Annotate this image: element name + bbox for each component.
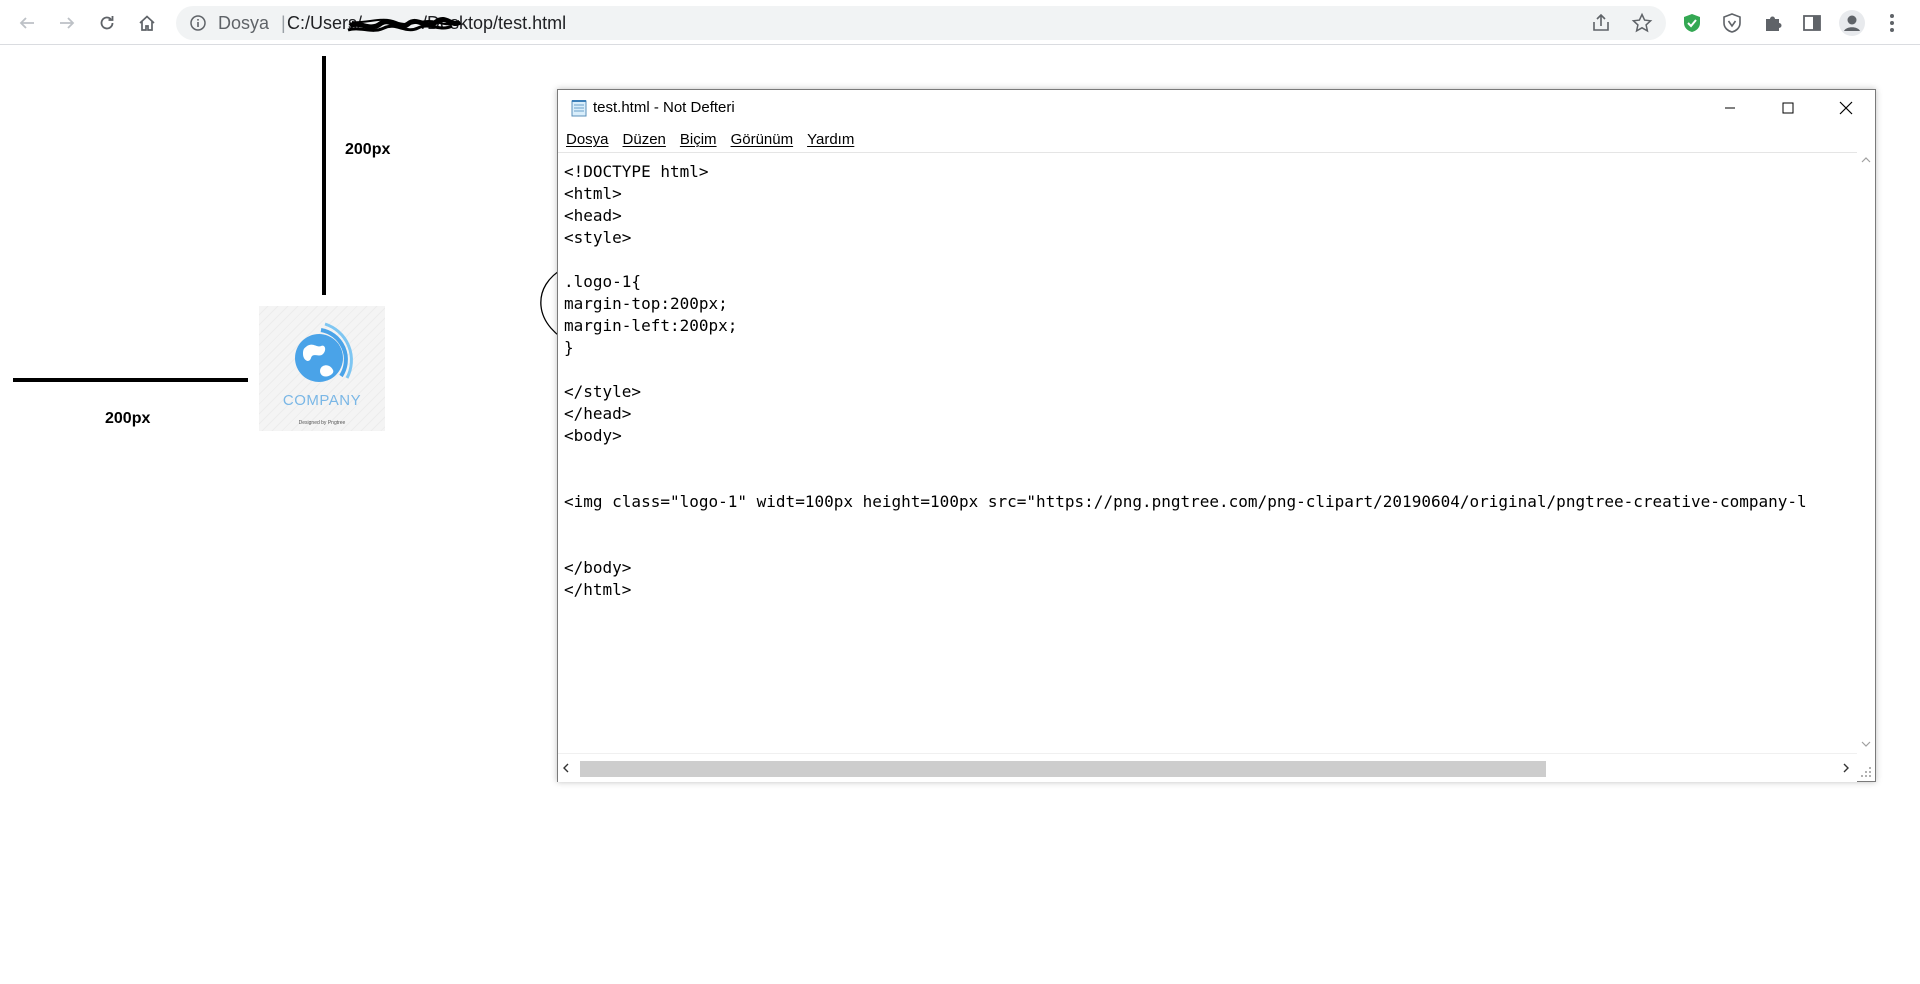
code-line[interactable]: <!DOCTYPE html> [564, 161, 1807, 183]
horizontal-measure-line [13, 378, 248, 382]
code-line[interactable]: margin-top:200px; [564, 293, 1807, 315]
profile-avatar-icon[interactable] [1838, 9, 1866, 37]
code-content[interactable]: <!DOCTYPE html> <html> <head> <style> .logo… [564, 161, 1807, 601]
back-arrow-icon [19, 17, 34, 29]
vpn-shield-icon[interactable] [1718, 9, 1746, 37]
notepad-app-icon [570, 99, 588, 122]
code-line[interactable]: </body> [564, 557, 1807, 579]
code-line[interactable] [564, 469, 1807, 491]
code-line[interactable]: <head> [564, 205, 1807, 227]
shield-extension-icon[interactable] [1678, 9, 1706, 37]
code-line[interactable]: <style> [564, 227, 1807, 249]
address-separator: | [281, 13, 286, 33]
logo-credit-text: Designed by Pngtree [298, 420, 346, 426]
menu-item-yardim[interactable]: Yardım [807, 131, 854, 153]
company-logo-image: COMPANY Designed by Pngtree [259, 306, 385, 431]
forward-arrow-icon [60, 17, 75, 29]
resize-grip-icon[interactable] [1860, 766, 1872, 778]
vertical-measure-label: 200px [345, 141, 391, 158]
bookmark-star-icon[interactable] [1631, 12, 1653, 39]
maximize-button[interactable] [1759, 90, 1817, 126]
back-button[interactable] [13, 9, 41, 37]
notepad-window: test.html - Not Defteri Dosya Düzen Biçi… [557, 89, 1876, 782]
horizontal-scrollbar[interactable] [558, 753, 1871, 782]
code-line[interactable] [564, 447, 1807, 469]
forward-button[interactable] [53, 9, 81, 37]
address-scheme-label: Dosya [218, 13, 270, 33]
notepad-text-area[interactable]: <!DOCTYPE html> <html> <head> <style> .logo… [558, 152, 1857, 754]
scroll-up-icon[interactable] [1861, 156, 1871, 164]
code-line[interactable]: </style> [564, 381, 1807, 403]
menu-item-duzen[interactable]: Düzen [623, 131, 666, 153]
code-line[interactable] [564, 249, 1807, 271]
code-line[interactable]: </html> [564, 579, 1807, 601]
minimize-button[interactable] [1701, 90, 1759, 126]
code-line[interactable] [564, 359, 1807, 381]
code-line[interactable]: .logo-1{ [564, 271, 1807, 293]
code-line[interactable]: <img class="logo-1" widt=100px height=10… [564, 491, 1807, 513]
code-line[interactable]: </head> [564, 403, 1807, 425]
extensions-puzzle-icon[interactable] [1759, 9, 1787, 37]
menu-item-dosya[interactable]: Dosya [566, 131, 609, 153]
scroll-down-icon[interactable] [1861, 740, 1871, 748]
scroll-right-icon[interactable] [1842, 763, 1850, 773]
address-bar[interactable]: Dosya | C:/Users/ /Desktop/test.html [176, 6, 1666, 40]
logo-company-text: COMPANY [282, 392, 362, 409]
reload-button[interactable] [93, 9, 121, 37]
scroll-left-icon[interactable] [562, 763, 570, 773]
notepad-titlebar[interactable]: test.html - Not Defteri [558, 90, 1875, 126]
notepad-title: test.html - Not Defteri [593, 99, 735, 116]
menu-kebab-icon[interactable] [1878, 9, 1906, 37]
menu-item-gorunum[interactable]: Görünüm [731, 131, 794, 153]
vertical-scrollbar[interactable] [1857, 152, 1875, 753]
code-line[interactable]: <html> [564, 183, 1807, 205]
code-line[interactable]: } [564, 337, 1807, 359]
info-icon[interactable] [190, 15, 206, 36]
menu-item-bicim[interactable]: Biçim [680, 131, 717, 153]
reload-icon [100, 16, 114, 30]
code-line[interactable]: <body> [564, 425, 1807, 447]
globe-logo-icon [295, 322, 353, 382]
maximize-icon [1782, 102, 1794, 114]
code-line[interactable] [564, 535, 1807, 557]
home-button[interactable] [133, 9, 161, 37]
code-line[interactable]: margin-left:200px; [564, 315, 1807, 337]
vertical-measure-line [322, 56, 326, 295]
horizontal-measure-label: 200px [105, 410, 151, 427]
browser-toolbar: Dosya | C:/Users/ /Desktop/test.html [0, 0, 1920, 45]
close-icon [1839, 101, 1853, 115]
side-panel-icon[interactable] [1798, 9, 1826, 37]
code-line[interactable] [564, 513, 1807, 535]
redaction-scribble [347, 16, 462, 32]
close-button[interactable] [1817, 90, 1875, 126]
notepad-menubar: Dosya Düzen Biçim Görünüm Yardım [566, 131, 868, 153]
minimize-icon [1725, 107, 1735, 109]
horizontal-scroll-thumb[interactable] [580, 761, 1546, 777]
share-icon[interactable] [1590, 12, 1612, 39]
home-icon [139, 15, 155, 31]
